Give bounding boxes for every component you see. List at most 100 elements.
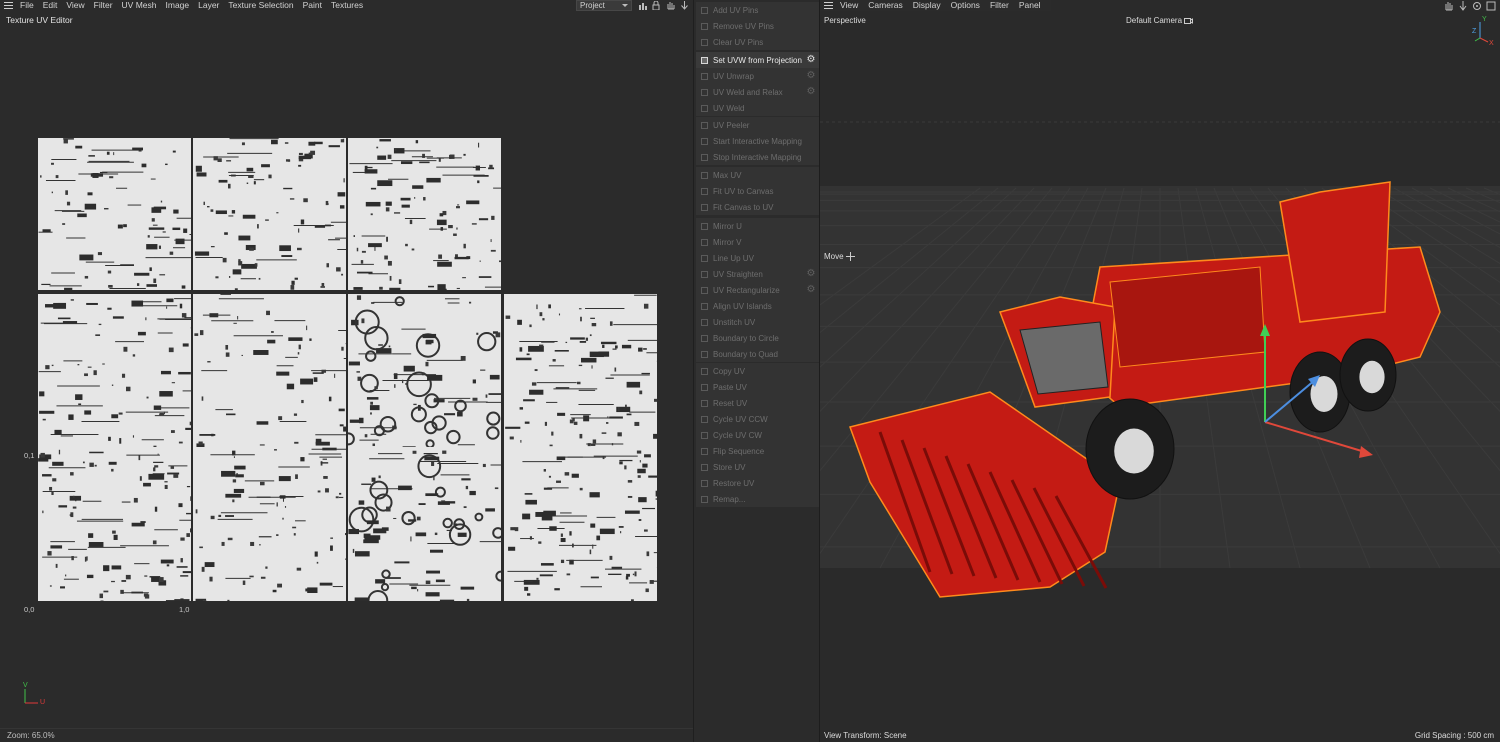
- menu-filter[interactable]: Filter: [990, 0, 1009, 11]
- start-interactive-mapping-button[interactable]: Start Interactive Mapping: [696, 133, 819, 149]
- menu-cameras[interactable]: Cameras: [868, 0, 902, 11]
- restore-icon: [699, 478, 709, 488]
- unstitch-uv-button[interactable]: Unstitch UV: [696, 314, 819, 330]
- gear-icon[interactable]: ⚙: [806, 87, 816, 97]
- uv-straighten-button[interactable]: UV Straighten ⚙: [696, 266, 819, 282]
- menu-layer[interactable]: Layer: [198, 0, 219, 11]
- fit-uv-to-canvas-button[interactable]: Fit UV to Canvas: [696, 183, 819, 199]
- clear-uv-pins-button[interactable]: Clear UV Pins: [696, 34, 819, 50]
- cycle-uv-cw-button[interactable]: Cycle UV CW: [696, 427, 819, 443]
- command-label: Flip Sequence: [713, 446, 765, 456]
- remove-uv-pins-button[interactable]: Remove UV Pins: [696, 18, 819, 34]
- menu-panel[interactable]: Panel: [1019, 0, 1041, 11]
- cycle-uv-ccw-button[interactable]: Cycle UV CCW: [696, 411, 819, 427]
- command-group: UV Peeler Start Interactive Mapping Stop I…: [696, 117, 819, 165]
- menu-textures[interactable]: Textures: [331, 0, 363, 11]
- boundary-to-circle-button[interactable]: Boundary to Circle: [696, 330, 819, 346]
- arrow-down-icon[interactable]: [679, 0, 689, 11]
- menu-uv-mesh[interactable]: UV Mesh: [122, 0, 157, 11]
- lock-icon[interactable]: [651, 0, 661, 11]
- command-label: Store UV: [713, 462, 746, 472]
- gear-icon[interactable]: ⚙: [806, 285, 816, 295]
- command-label: Remap...: [713, 494, 746, 504]
- command-label: Add UV Pins: [713, 5, 759, 15]
- histogram-icon[interactable]: [638, 0, 648, 11]
- uv-rectangularize-button[interactable]: UV Rectangularize ⚙: [696, 282, 819, 298]
- maximize-icon[interactable]: [1486, 1, 1496, 11]
- wheel-rim: [1114, 428, 1154, 474]
- menu-filter[interactable]: Filter: [94, 0, 113, 11]
- command-label: Set UVW from Projection: [713, 55, 802, 65]
- flip-sequence-button[interactable]: Flip Sequence: [696, 443, 819, 459]
- command-group: Set UVW from Projection ⚙ UV Unwrap ⚙ UV Wel…: [696, 52, 819, 116]
- line-up-uv-button[interactable]: Line Up UV: [696, 250, 819, 266]
- viewport-menubar: View Cameras Display Options Filter Pane…: [820, 0, 1051, 11]
- pin-icon: [699, 5, 709, 15]
- rotate-icon[interactable]: [1472, 1, 1482, 11]
- uv-unwrap-button[interactable]: UV Unwrap ⚙: [696, 68, 819, 84]
- uv-tile: [38, 138, 191, 290]
- uv-weld-and-relax-button[interactable]: UV Weld and Relax ⚙: [696, 84, 819, 100]
- arrow-down-icon[interactable]: [1458, 0, 1468, 11]
- menu-display[interactable]: Display: [913, 0, 941, 11]
- paste-uv-button[interactable]: Paste UV: [696, 379, 819, 395]
- clear-icon: [699, 37, 709, 47]
- restore-uv-button[interactable]: Restore UV: [696, 475, 819, 491]
- y-axis-label: Y: [1482, 16, 1487, 23]
- align-uv-islands-button[interactable]: Align UV Islands: [696, 298, 819, 314]
- stop-interactive-mapping-button[interactable]: Stop Interactive Mapping: [696, 149, 819, 165]
- fit-canvas-to-uv-button[interactable]: Fit Canvas to UV: [696, 199, 819, 215]
- mirror-u-button[interactable]: Mirror U: [696, 218, 819, 234]
- gear-icon[interactable]: ⚙: [806, 71, 816, 81]
- menu-view[interactable]: View: [66, 0, 84, 11]
- hand-pan-icon[interactable]: [1444, 1, 1454, 11]
- weld-icon: [699, 103, 709, 113]
- remap-button[interactable]: Remap...: [696, 491, 819, 507]
- command-group: Max UV Fit UV to Canvas Fit Canvas to UV: [696, 167, 819, 215]
- menu-texture-selection[interactable]: Texture Selection: [228, 0, 293, 11]
- z-axis-label: Z: [1472, 28, 1477, 35]
- status-divider: [0, 728, 693, 729]
- menu-view[interactable]: View: [840, 0, 858, 11]
- store-uv-button[interactable]: Store UV: [696, 459, 819, 475]
- grid-spacing-label: Grid Spacing : 500 cm: [1414, 731, 1494, 740]
- copy-uv-button[interactable]: Copy UV: [696, 363, 819, 379]
- zoom-level: Zoom: 65.0%: [7, 731, 55, 740]
- camera-selector[interactable]: Default Camera: [1126, 16, 1194, 25]
- u-one-coordinate-label: 1,0: [179, 605, 190, 614]
- hand-pan-icon[interactable]: [665, 0, 675, 11]
- set-uvw-from-projection-button[interactable]: Set UVW from Projection ⚙: [696, 52, 819, 68]
- menu-paint[interactable]: Paint: [303, 0, 322, 11]
- max-uv-button[interactable]: Max UV: [696, 167, 819, 183]
- uv-tile: [348, 138, 501, 290]
- reset-uv-button[interactable]: Reset UV: [696, 395, 819, 411]
- uv-weld-button[interactable]: UV Weld: [696, 100, 819, 116]
- gear-icon[interactable]: ⚙: [806, 269, 816, 279]
- command-label: Copy UV: [713, 366, 746, 376]
- perspective-viewport[interactable]: View Cameras Display Options Filter Pane…: [819, 0, 1500, 742]
- uv-tile: [504, 294, 657, 448]
- project-dropdown[interactable]: Project: [576, 0, 632, 11]
- hamburger-menu-icon[interactable]: [820, 0, 834, 11]
- peeler-icon: [699, 120, 709, 130]
- command-label: Start Interactive Mapping: [713, 136, 802, 146]
- mirror-v-button[interactable]: Mirror V: [696, 234, 819, 250]
- hamburger-menu-icon[interactable]: [0, 0, 14, 11]
- menu-edit[interactable]: Edit: [43, 0, 58, 11]
- camera-name: Default Camera: [1126, 16, 1183, 25]
- uv-peeler-button[interactable]: UV Peeler: [696, 117, 819, 133]
- max-uv-icon: [699, 170, 709, 180]
- command-label: Boundary to Quad: [713, 349, 778, 359]
- menu-options[interactable]: Options: [951, 0, 980, 11]
- stop-icon: [699, 152, 709, 162]
- viewport-scene: [820, 121, 1500, 598]
- command-label: Reset UV: [713, 398, 748, 408]
- command-label: Stop Interactive Mapping: [713, 152, 802, 162]
- command-label: Fit Canvas to UV: [713, 202, 774, 212]
- boundary-to-quad-button[interactable]: Boundary to Quad: [696, 346, 819, 362]
- menu-file[interactable]: File: [20, 0, 34, 11]
- add-uv-pins-button[interactable]: Add UV Pins: [696, 2, 819, 18]
- uv-tile: [348, 447, 501, 601]
- gear-icon[interactable]: ⚙: [806, 55, 816, 65]
- menu-image[interactable]: Image: [166, 0, 190, 11]
